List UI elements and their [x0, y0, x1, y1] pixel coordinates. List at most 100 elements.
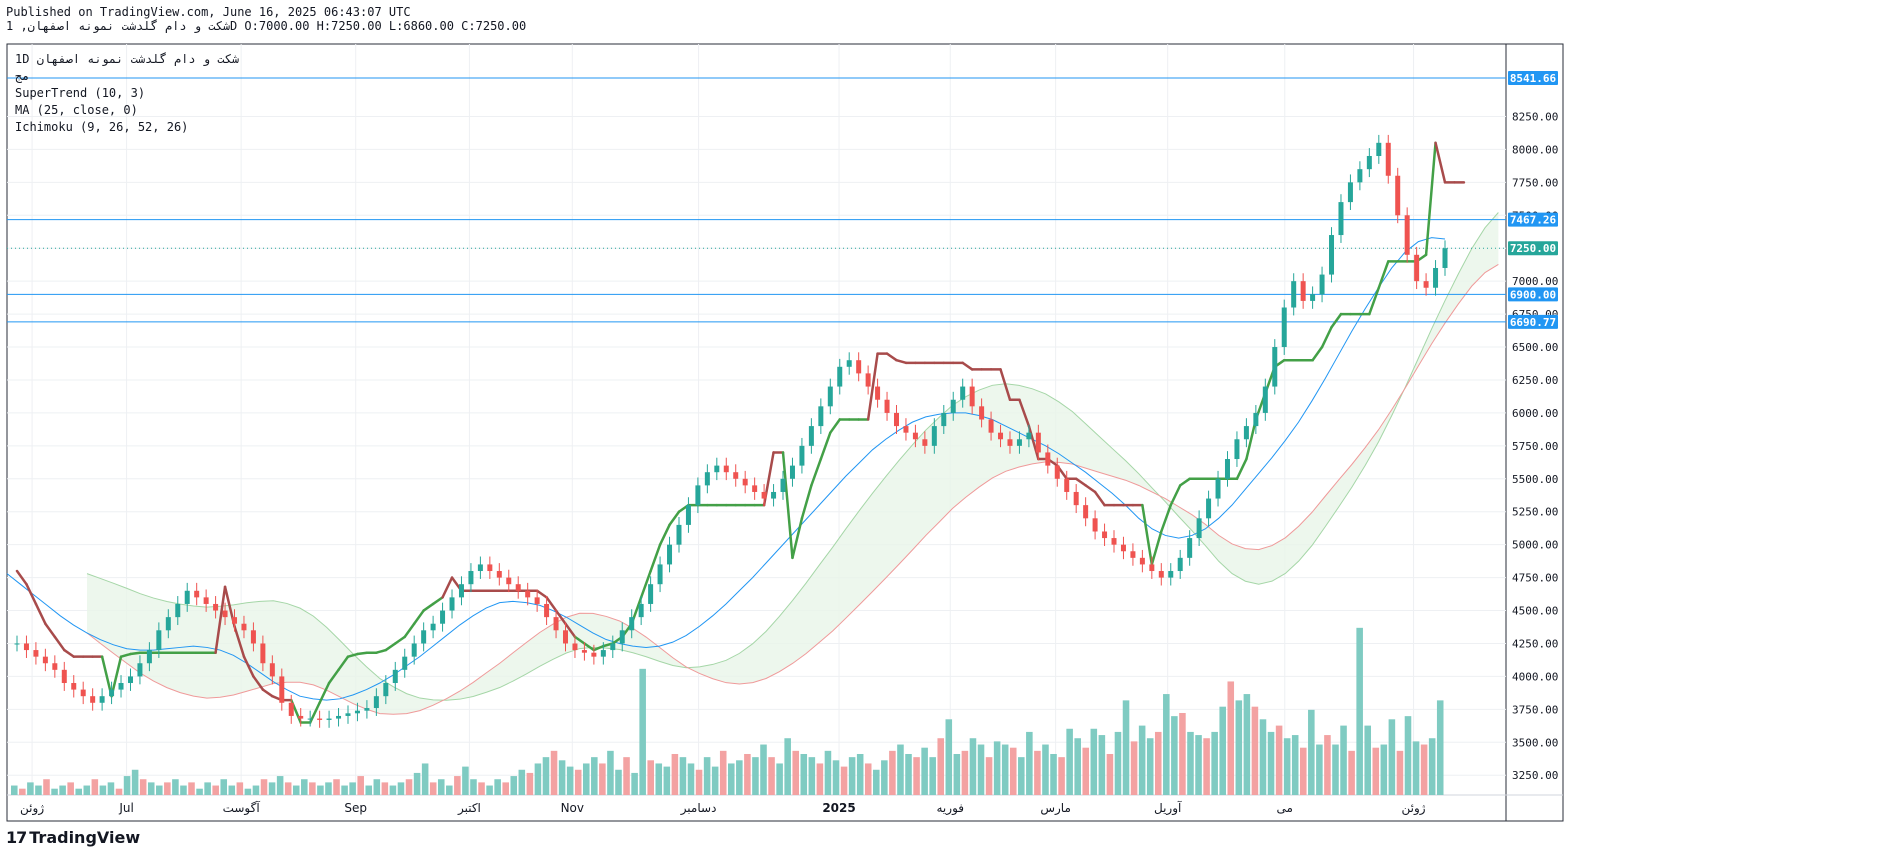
volume-bar — [752, 757, 759, 795]
volume-bar — [373, 779, 381, 795]
legend-ichimoku[interactable]: Ichimoku (9, 26, 52, 26) — [15, 120, 188, 134]
volume-bar — [413, 772, 421, 795]
horizontal-line-label: 6690.77 — [1510, 316, 1556, 329]
candle-body — [175, 603, 181, 618]
brand-name: TradingView — [29, 828, 141, 847]
candle-body — [648, 584, 654, 604]
y-tick-label: 5750.00 — [1512, 440, 1558, 453]
y-tick-label: 6500.00 — [1512, 341, 1558, 354]
candle-body — [1149, 564, 1155, 572]
volume-bar — [1412, 741, 1420, 795]
supertrend-segment — [63, 648, 75, 658]
x-tick-label: Jul — [118, 801, 133, 815]
volume-bar — [1146, 738, 1154, 795]
supertrend-segment — [356, 651, 369, 656]
legend-ma[interactable]: MA (25, close, 0) — [15, 103, 138, 117]
candle-body — [307, 718, 313, 720]
volume-bar — [236, 782, 244, 795]
y-tick-label: 6250.00 — [1512, 374, 1558, 387]
candle-body — [203, 597, 209, 604]
tradingview-brand: 17 TradingView — [6, 828, 140, 847]
candle-body — [1319, 274, 1325, 295]
volume-bar — [792, 750, 800, 795]
x-tick-label: مارس — [1040, 801, 1071, 816]
candle-body — [1281, 307, 1287, 348]
legend-supertrend[interactable]: SuperTrend (10, 3) — [15, 86, 145, 100]
volume-bar — [1235, 700, 1243, 795]
volume-bar — [1283, 738, 1291, 795]
candle-body — [298, 715, 304, 719]
candle-body — [1073, 491, 1079, 506]
supertrend-segment — [658, 523, 671, 546]
candle-body — [326, 718, 332, 720]
volume-bar — [35, 785, 42, 795]
volume-bar — [800, 753, 808, 795]
y-tick-label: 3500.00 — [1512, 736, 1558, 749]
volume-bar — [1364, 725, 1371, 795]
volume-bar — [1340, 725, 1347, 795]
candle-body — [619, 630, 625, 644]
volume-bar — [365, 785, 373, 795]
y-tick-label: 5250.00 — [1512, 506, 1558, 519]
candle-body — [222, 610, 228, 618]
candle-body — [591, 652, 597, 657]
supertrend-segment — [1178, 477, 1191, 487]
candle-body — [1385, 142, 1391, 176]
candle-body — [1111, 538, 1117, 545]
y-tick-label: 3750.00 — [1512, 703, 1558, 716]
volume-bar — [1203, 738, 1210, 795]
volume-bar — [180, 785, 187, 795]
candle-body — [317, 718, 323, 720]
volume-bar — [99, 785, 107, 795]
candle-body — [780, 478, 786, 492]
horizontal-line-label: 7467.26 — [1510, 214, 1557, 227]
volume-bar — [1404, 716, 1412, 795]
volume-bar — [1316, 744, 1323, 795]
volume-bar — [228, 785, 236, 795]
volume-bar — [59, 785, 66, 795]
candle-body — [373, 696, 379, 709]
supertrend-segment — [441, 576, 454, 599]
candle-body — [288, 702, 294, 716]
candle-body — [771, 491, 777, 499]
candle-body — [80, 689, 86, 697]
candle-body — [1253, 412, 1259, 427]
volume-bar — [977, 744, 985, 795]
volume-bar — [526, 772, 534, 795]
supertrend-segment — [895, 358, 908, 365]
volume-bar — [1018, 757, 1025, 795]
candle-body — [638, 603, 644, 618]
volume-bar — [671, 753, 679, 795]
candle-body — [118, 683, 124, 690]
supertrend-segment — [1434, 141, 1447, 184]
candle-body — [336, 715, 342, 719]
price-chart[interactable]: 3250.00 3500.00 3750.00 4000.00 4250.00 4500.… — [0, 0, 1878, 858]
volume-bar — [1163, 694, 1170, 795]
candle-body — [279, 676, 285, 703]
volume-bar — [768, 757, 775, 795]
candle-body — [1206, 498, 1212, 519]
volume-bar — [1380, 744, 1388, 795]
volume-bar — [1267, 731, 1275, 795]
candle-body — [581, 650, 587, 653]
supertrend-segment — [1160, 503, 1172, 533]
volume-bar — [937, 738, 945, 795]
candle-body — [515, 584, 521, 591]
volume-bar — [510, 776, 518, 795]
candle-body — [544, 603, 550, 618]
candle-body — [884, 399, 890, 413]
volume-bar — [349, 782, 356, 795]
volume-bar — [292, 785, 300, 795]
candle-body — [610, 643, 616, 651]
legend-interval: 1D — [15, 52, 30, 66]
volume-bar — [156, 785, 163, 795]
candle-body — [922, 439, 928, 446]
volume-bar — [591, 757, 598, 795]
volume-bar — [268, 782, 276, 795]
candle-body — [714, 465, 720, 473]
candle-body — [969, 386, 975, 407]
candle-body — [1329, 235, 1335, 275]
candle-body — [1092, 518, 1098, 532]
volume-bar — [599, 763, 606, 795]
candle-body — [52, 663, 58, 670]
